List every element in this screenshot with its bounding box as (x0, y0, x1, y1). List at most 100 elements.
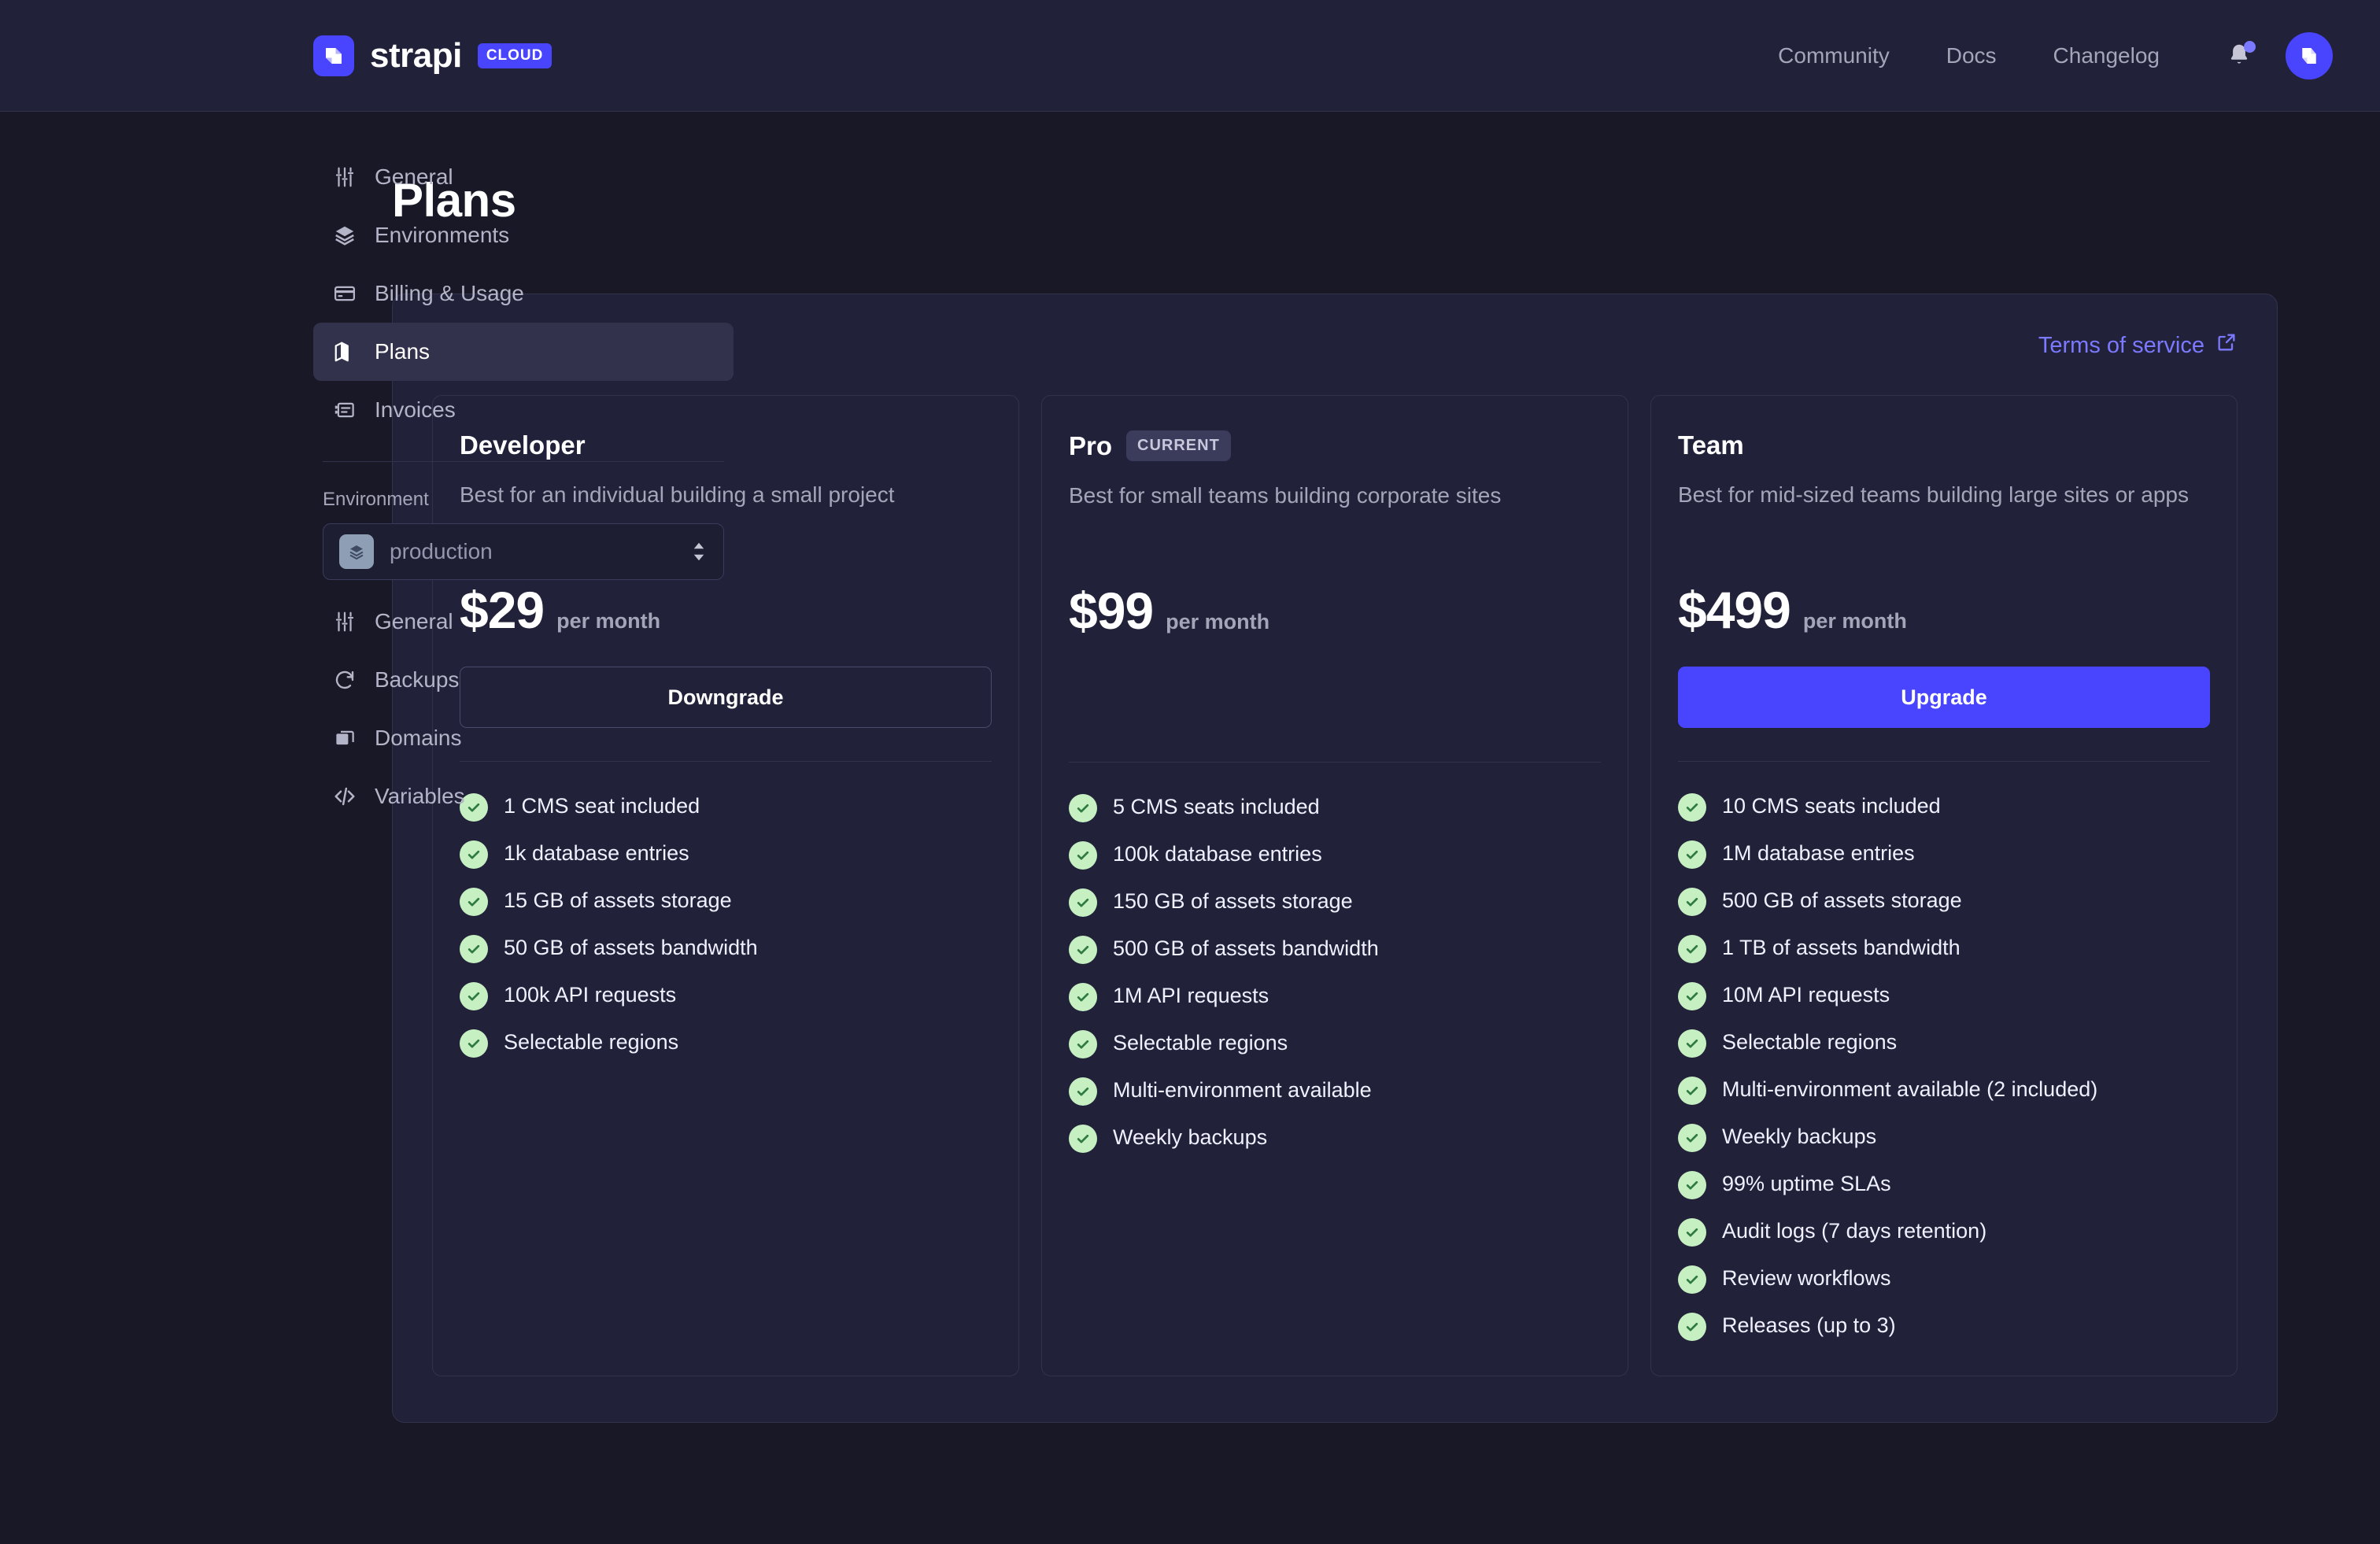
feature-item: Releases (up to 3) (1678, 1311, 2210, 1341)
feature-item: Review workflows (1678, 1264, 2210, 1294)
feature-label: 5 CMS seats included (1113, 795, 1320, 818)
credit-card-icon (332, 281, 357, 306)
nav-link-docs[interactable]: Docs (1918, 43, 2025, 68)
brand-name: strapi (370, 35, 462, 75)
plan-title-row: Team (1678, 430, 2210, 460)
sidebar-item-plans[interactable]: Plans (313, 323, 734, 381)
feature-item: Weekly backups (1678, 1122, 2210, 1152)
brand-logo[interactable]: strapi CLOUD (313, 35, 552, 76)
feature-label: 500 GB of assets bandwidth (1113, 936, 1379, 960)
feature-item: 150 GB of assets storage (1069, 887, 1601, 917)
feature-item: Selectable regions (460, 1028, 992, 1058)
feature-label: 10 CMS seats included (1722, 794, 1941, 818)
sidebar-item-label: Backups (375, 667, 460, 692)
feature-label: 99% uptime SLAs (1722, 1172, 1891, 1195)
sliders-icon (332, 609, 357, 634)
sidebar-item-env-general[interactable]: General (313, 593, 734, 651)
current-plan-badge: CURRENT (1126, 430, 1231, 461)
layers-icon (339, 534, 374, 569)
check-circle-icon (1069, 1030, 1097, 1058)
feature-item: 1k database entries (460, 839, 992, 869)
nav-link-changelog[interactable]: Changelog (2025, 43, 2188, 68)
check-circle-icon (1678, 1029, 1706, 1058)
terms-of-service-link[interactable]: Terms of service (2038, 331, 2238, 360)
user-avatar-icon[interactable] (2286, 31, 2333, 79)
sidebar-item-label: General (375, 609, 453, 633)
plan-features: 1 CMS seat included 1k database entries … (460, 792, 992, 1058)
feature-label: Multi-environment available (1113, 1078, 1372, 1102)
windows-icon (332, 726, 357, 751)
feature-item: 5 CMS seats included (1069, 792, 1601, 822)
feature-item: 1 TB of assets bandwidth (1678, 933, 2210, 963)
receipt-icon (332, 397, 357, 423)
sidebar-item-billing-usage[interactable]: Billing & Usage (313, 264, 734, 323)
terms-of-service-label: Terms of service (2038, 332, 2204, 358)
page-body: General Environments Billing & Usage Pla… (0, 112, 2380, 1544)
feature-label: 100k database entries (1113, 842, 1322, 866)
feature-label: 10M API requests (1722, 983, 1890, 1007)
check-circle-icon (1069, 888, 1097, 917)
check-circle-icon (1678, 1265, 1706, 1294)
sidebar-item-variables[interactable]: Variables (313, 767, 734, 826)
sidebar-item-label: Environments (375, 223, 510, 247)
strapi-logo-icon (313, 35, 354, 76)
plan-divider (1678, 761, 2210, 762)
feature-item: 1M API requests (1069, 981, 1601, 1011)
map-icon (332, 339, 357, 364)
feature-item: 1M database entries (1678, 839, 2210, 869)
top-header-bar: strapi CLOUD Community Docs Changelog (0, 0, 2380, 112)
sidebar-item-label: Invoices (375, 397, 456, 422)
plan-cta-slot (1069, 667, 1601, 729)
external-link-icon (2216, 331, 2238, 360)
sidebar-item-label: Billing & Usage (375, 281, 524, 305)
feature-label: 1M API requests (1113, 984, 1269, 1007)
plan-card-pro: Pro CURRENT Best for small teams buildin… (1041, 395, 1628, 1376)
notification-dot (2244, 40, 2256, 53)
feature-label: 1 TB of assets bandwidth (1722, 936, 1961, 959)
sidebar-item-label: General (375, 164, 453, 189)
sidebar-item-general[interactable]: General (313, 148, 734, 206)
feature-item: Selectable regions (1678, 1028, 2210, 1058)
sidebar-item-label: Plans (375, 339, 431, 364)
upgrade-button[interactable]: Upgrade (1678, 667, 2210, 728)
check-circle-icon (1678, 1124, 1706, 1152)
feature-label: Audit logs (7 days retention) (1722, 1219, 1987, 1243)
plan-name: Team (1678, 430, 1744, 460)
feature-label: 50 GB of assets bandwidth (504, 936, 758, 959)
plan-price: $99 (1069, 582, 1154, 640)
plan-price-row: $99 per month (1069, 581, 1601, 641)
feature-label: 1k database entries (504, 841, 689, 865)
feature-label: Selectable regions (1722, 1030, 1898, 1054)
code-icon (332, 784, 357, 809)
sidebar-item-backups[interactable]: Backups (313, 651, 734, 709)
plan-cta-slot: Upgrade (1678, 667, 2210, 728)
check-circle-icon (1678, 982, 1706, 1010)
notification-bell-icon[interactable] (2221, 38, 2257, 74)
plan-price-period: per month (1802, 609, 1907, 633)
feature-item: Weekly backups (1069, 1123, 1601, 1153)
sidebar-item-domains[interactable]: Domains (313, 709, 734, 767)
feature-item: Multi-environment available (2 included) (1678, 1075, 2210, 1105)
sidebar-item-environments[interactable]: Environments (313, 206, 734, 264)
environment-select[interactable]: production (323, 523, 724, 580)
plan-card-team: Team Best for mid-sized teams building l… (1650, 395, 2238, 1376)
check-circle-icon (1678, 888, 1706, 916)
check-circle-icon (460, 935, 488, 963)
check-circle-icon (1678, 1218, 1706, 1247)
plan-features: 5 CMS seats included 100k database entri… (1069, 792, 1601, 1153)
check-circle-icon (460, 982, 488, 1010)
plan-title-row: Pro CURRENT (1069, 430, 1601, 461)
sidebar-item-invoices[interactable]: Invoices (313, 381, 734, 439)
plan-features: 10 CMS seats included 1M database entrie… (1678, 792, 2210, 1341)
feature-label: Releases (up to 3) (1722, 1313, 1896, 1337)
feature-item: 15 GB of assets storage (460, 886, 992, 916)
feature-item: 500 GB of assets storage (1678, 886, 2210, 916)
feature-label: Review workflows (1722, 1266, 1891, 1290)
environment-select-value: production (390, 539, 493, 563)
feature-item: 10 CMS seats included (1678, 792, 2210, 822)
nav-link-community[interactable]: Community (1750, 43, 1918, 68)
feature-label: 500 GB of assets storage (1722, 888, 1962, 912)
plan-divider (1069, 762, 1601, 763)
feature-label: 1M database entries (1722, 841, 1915, 865)
feature-item: 500 GB of assets bandwidth (1069, 934, 1601, 964)
